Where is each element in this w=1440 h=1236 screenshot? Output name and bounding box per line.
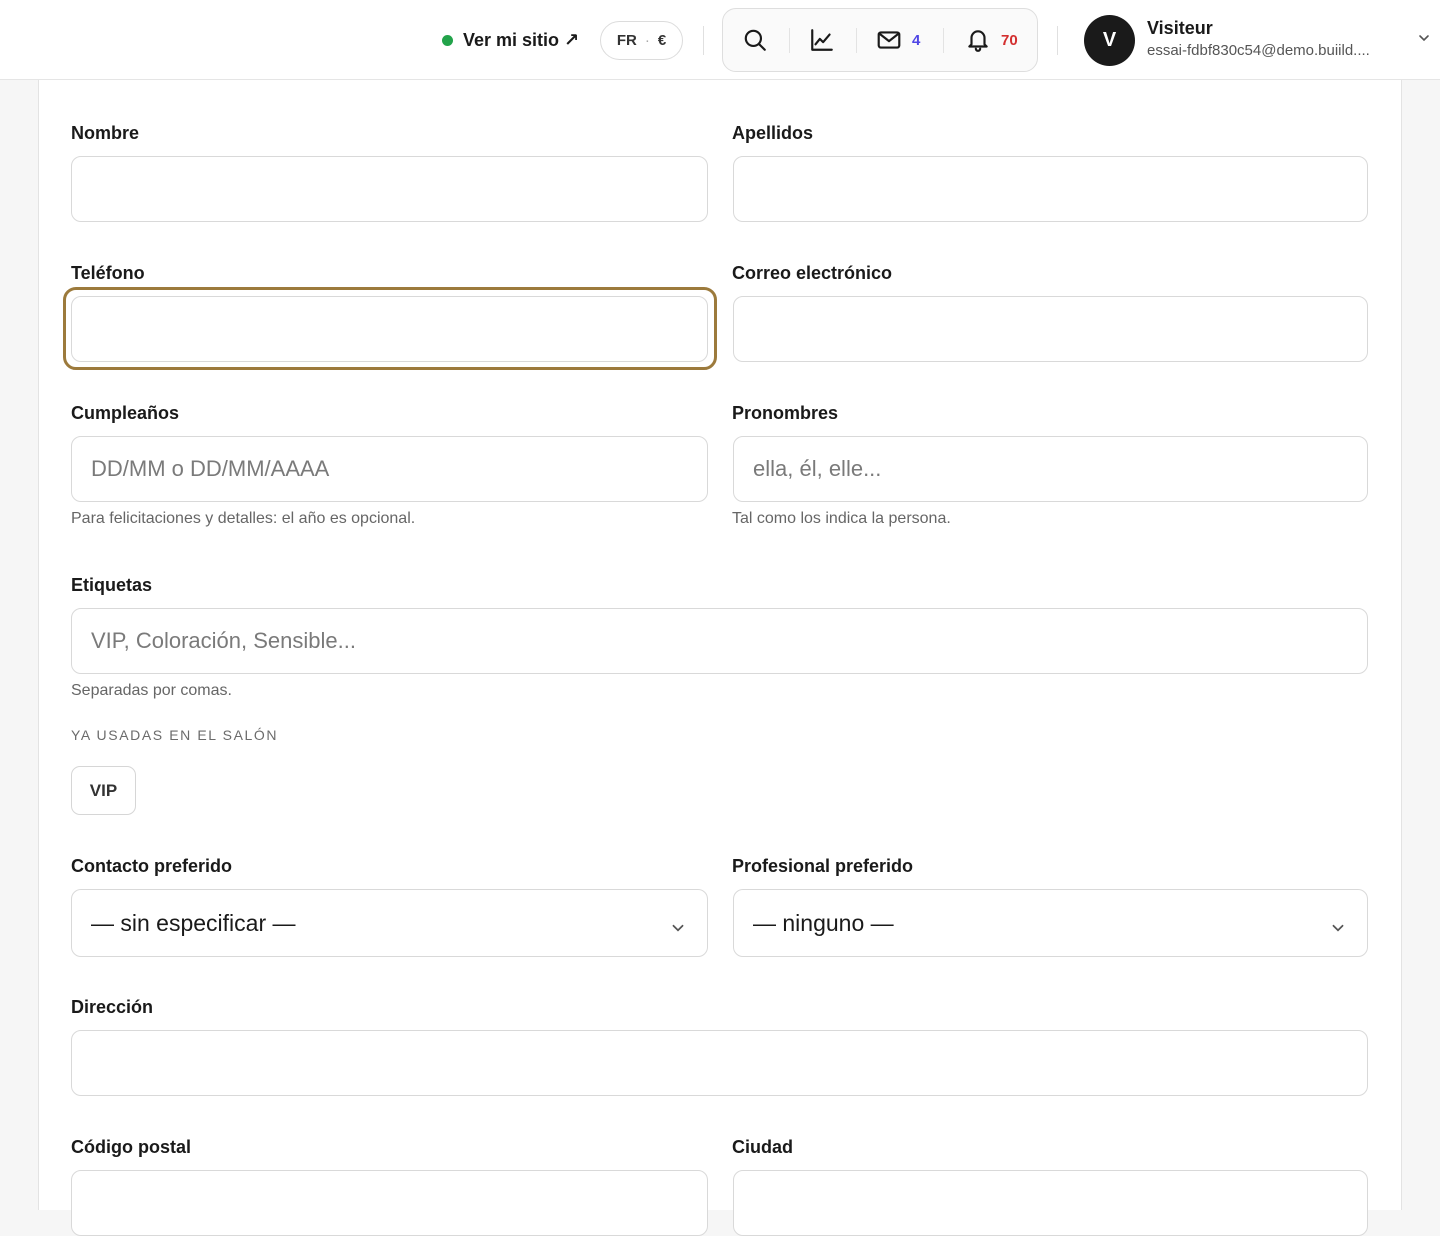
ciudad-label: Ciudad bbox=[732, 1137, 793, 1157]
chevron-down-icon bbox=[670, 915, 686, 942]
chevron-down-icon bbox=[1330, 915, 1346, 942]
postal-code-input[interactable] bbox=[71, 1170, 708, 1236]
notifications-button[interactable]: 70 bbox=[965, 9, 1018, 71]
nombre-input[interactable] bbox=[71, 156, 708, 222]
online-status-dot bbox=[442, 34, 453, 46]
telefono-input[interactable] bbox=[71, 296, 708, 362]
city-input[interactable] bbox=[733, 1170, 1368, 1236]
birthday-hint: Para felicitaciones y detalles: el año e… bbox=[71, 510, 416, 527]
search-button[interactable] bbox=[742, 9, 768, 71]
pronouns-input[interactable] bbox=[733, 436, 1368, 502]
correo-label: Correo electrónico bbox=[732, 263, 893, 283]
bell-icon bbox=[965, 27, 991, 53]
top-bar: Ver mi sitio ↗ FR · € 4 70 V Visiteur es… bbox=[0, 0, 1440, 80]
divider bbox=[856, 28, 857, 53]
statistics-button[interactable] bbox=[809, 9, 835, 71]
cumpleanos-label: Cumpleaños bbox=[71, 403, 180, 423]
apellidos-label: Apellidos bbox=[732, 123, 814, 143]
divider bbox=[943, 28, 944, 53]
notifications-count: 70 bbox=[1001, 31, 1018, 49]
preferred-professional-select[interactable]: — ninguno — bbox=[733, 889, 1368, 957]
contacto-label: Contacto preferido bbox=[71, 856, 233, 876]
direccion-label: Dirección bbox=[71, 997, 154, 1017]
divider bbox=[789, 28, 790, 53]
chevron-down-icon[interactable] bbox=[1417, 31, 1431, 50]
view-site-link[interactable]: Ver mi sitio ↗ bbox=[442, 27, 579, 53]
birthday-input[interactable] bbox=[71, 436, 708, 502]
chart-line-icon bbox=[809, 27, 835, 53]
user-name: Visiteur bbox=[1147, 18, 1213, 38]
messages-count: 4 bbox=[912, 31, 921, 49]
tag-chip[interactable]: VIP bbox=[71, 766, 136, 815]
toolbar-icon-group: 4 70 bbox=[722, 8, 1038, 72]
user-email: essai-fdbf830c54@demo.buiild.... bbox=[1147, 42, 1370, 59]
address-input[interactable] bbox=[71, 1030, 1368, 1096]
view-site-label: Ver mi sitio ↗ bbox=[463, 29, 580, 50]
tags-hint: Separadas por comas. bbox=[71, 682, 232, 699]
mail-icon bbox=[876, 27, 902, 53]
language-code: FR bbox=[616, 32, 637, 49]
used-tags-title: YA USADAS EN EL SALÓN bbox=[71, 727, 279, 743]
messages-button[interactable]: 4 bbox=[876, 9, 920, 71]
apellidos-input[interactable] bbox=[733, 156, 1368, 222]
separator-dot: · bbox=[644, 32, 650, 49]
currency-symbol: € bbox=[657, 32, 667, 49]
etiquetas-label: Etiquetas bbox=[71, 575, 153, 595]
telefono-label: Teléfono bbox=[71, 263, 145, 283]
profesional-label: Profesional preferido bbox=[732, 856, 914, 876]
preferred-contact-select[interactable]: — sin especificar — bbox=[71, 889, 708, 957]
codigo-postal-label: Código postal bbox=[71, 1137, 191, 1157]
tags-input[interactable] bbox=[71, 608, 1368, 674]
pronouns-hint: Tal como los indica la persona. bbox=[732, 510, 951, 527]
preferred-contact-value: — sin especificar — bbox=[91, 909, 296, 936]
search-icon bbox=[742, 27, 768, 53]
pronombres-label: Pronombres bbox=[732, 403, 839, 423]
language-currency-switcher[interactable]: FR · € bbox=[600, 21, 683, 60]
avatar[interactable]: V bbox=[1084, 15, 1135, 66]
preferred-professional-value: — ninguno — bbox=[753, 909, 894, 936]
divider bbox=[703, 26, 704, 55]
email-field[interactable] bbox=[733, 296, 1368, 362]
nombre-label: Nombre bbox=[71, 123, 140, 143]
divider bbox=[1057, 26, 1058, 55]
